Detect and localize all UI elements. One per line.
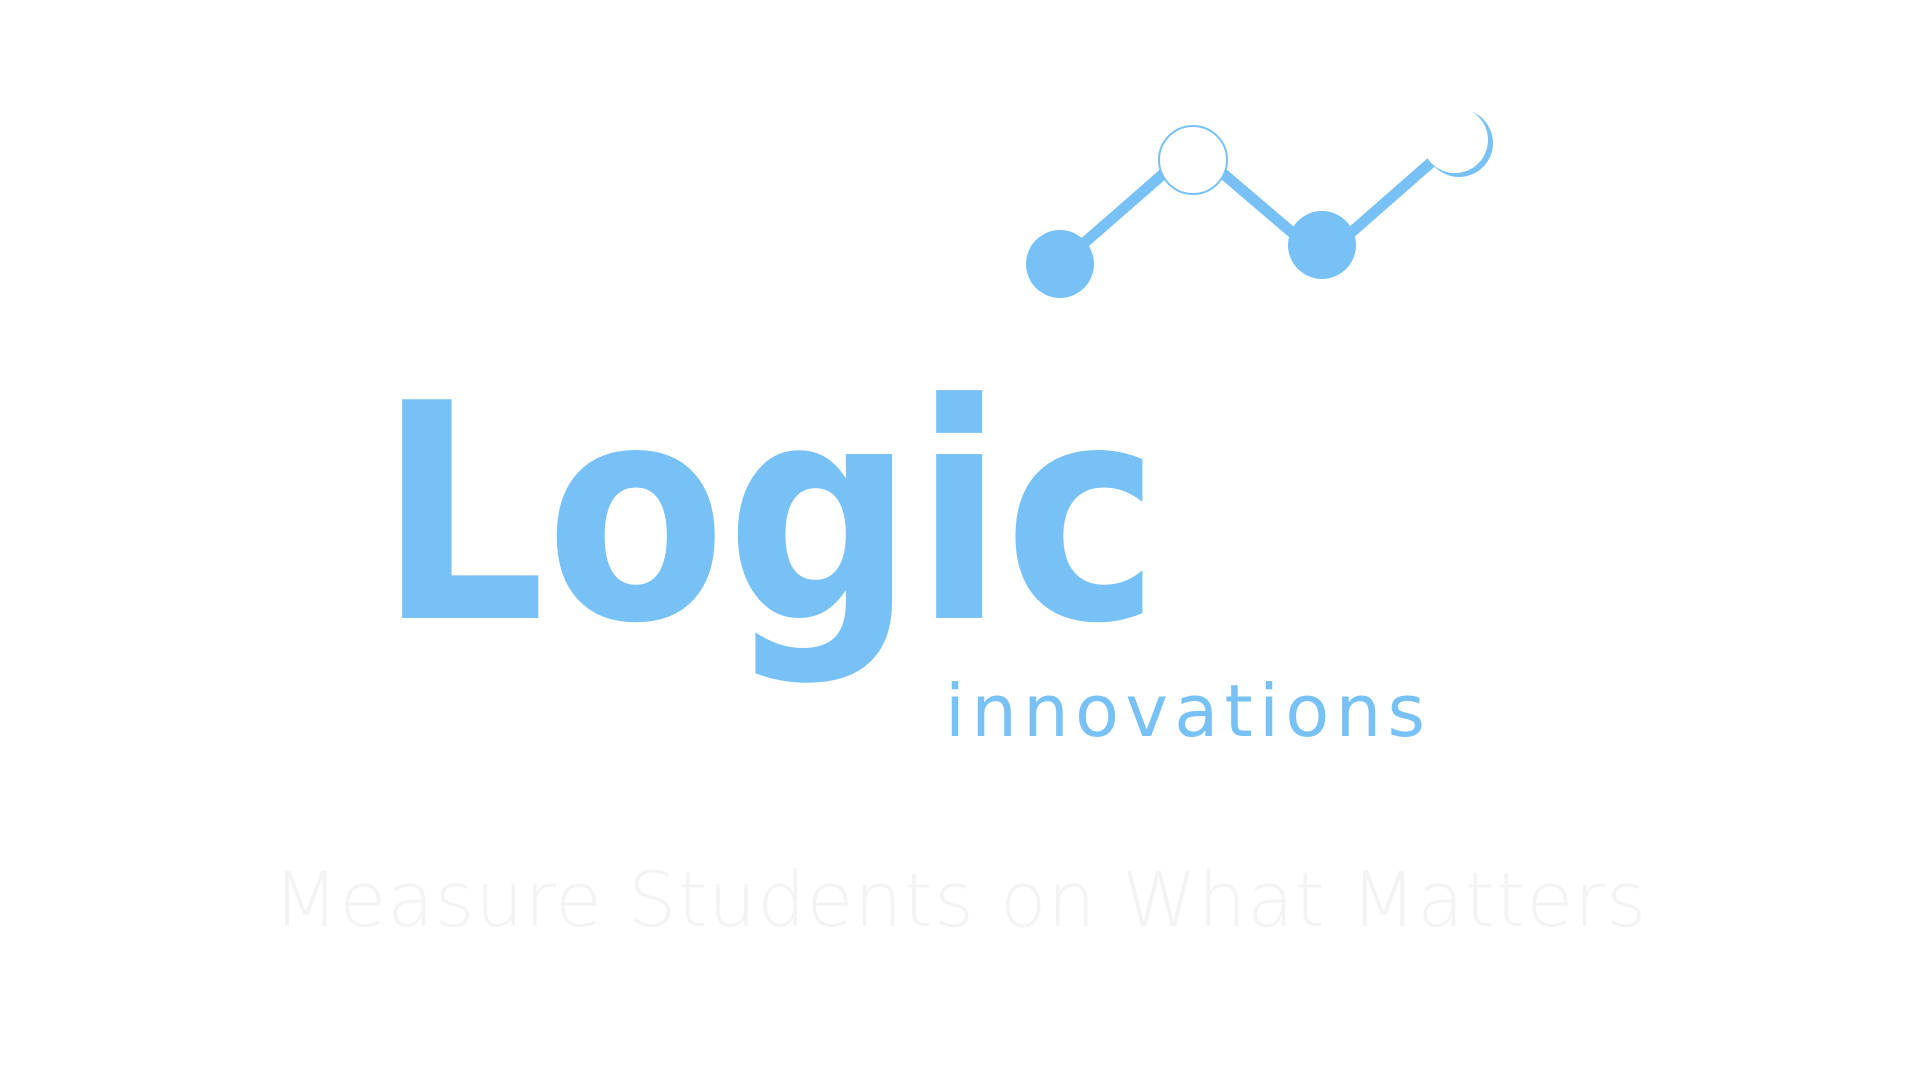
chart-line (1054, 139, 1457, 270)
tagline: Measure Students on What Matters (272, 855, 1648, 944)
chart-point-2 (1158, 125, 1228, 195)
splash-screen: Logic innovations Measure Students on Wh… (0, 0, 1920, 1080)
chart-point-3 (1288, 211, 1356, 279)
chart-point-1 (1026, 230, 1094, 298)
line-chart-icon (1026, 107, 1493, 298)
logo-wordmark: Logic (378, 340, 1160, 689)
chart-point-4 (1422, 107, 1488, 173)
